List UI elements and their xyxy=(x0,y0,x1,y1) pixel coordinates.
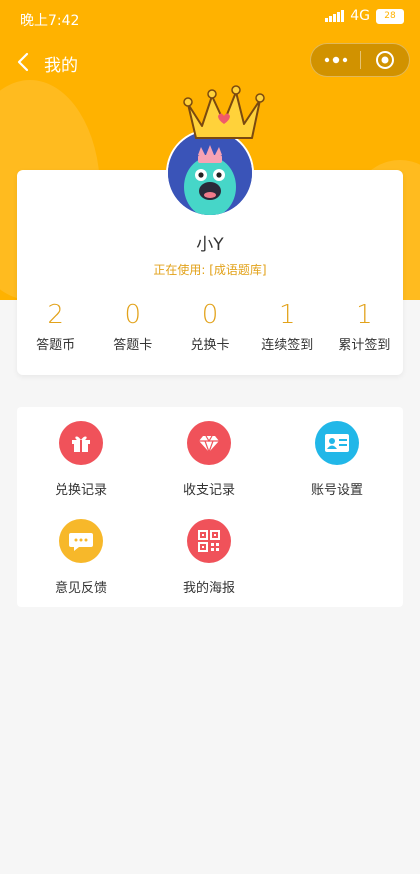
chat-icon xyxy=(59,519,103,563)
crown-icon xyxy=(183,85,265,139)
qr-code-icon xyxy=(187,519,231,563)
menu-label: 意见反馈 xyxy=(54,581,107,596)
more-button[interactable] xyxy=(311,44,360,76)
stat-label: 累计签到 xyxy=(338,338,391,353)
menu-card: 兑换记录 收支记录 账号设置 意见反馈 我的海报 xyxy=(17,407,403,607)
target-close-icon xyxy=(375,51,394,69)
diamond-icon xyxy=(187,421,231,465)
menu-feedback[interactable]: 意见反馈 xyxy=(17,519,145,617)
menu-account-settings[interactable]: 账号设置 xyxy=(273,421,401,519)
stat-label: 答题币 xyxy=(36,338,76,353)
close-button[interactable] xyxy=(361,44,409,76)
stat-value: 1 xyxy=(278,300,296,330)
stat-value: 0 xyxy=(124,300,142,330)
id-card-icon xyxy=(315,421,359,465)
stat-label: 连续签到 xyxy=(261,338,314,353)
status-bar: 晚上7:42 4G 28 xyxy=(0,0,420,36)
username: 小Y xyxy=(196,235,224,255)
stat-exchange-cards[interactable]: 0 兑换卡 xyxy=(171,300,248,360)
stat-value: 0 xyxy=(201,300,219,330)
page-title: 我的 xyxy=(44,56,78,76)
more-dots-icon xyxy=(324,56,347,64)
stats-row: 2 答题币 0 答题卡 0 兑换卡 1 连续签到 1 累计签到 xyxy=(17,300,403,360)
menu-label: 我的海报 xyxy=(182,581,235,596)
menu-income-records[interactable]: 收支记录 xyxy=(145,421,273,519)
avatar-container[interactable] xyxy=(166,82,265,217)
menu-label: 兑换记录 xyxy=(54,483,107,498)
network-type: 4G xyxy=(350,8,370,24)
menu-exchange-records[interactable]: 兑换记录 xyxy=(17,421,145,519)
stat-coins[interactable]: 2 答题币 xyxy=(17,300,94,360)
stat-value: 1 xyxy=(356,300,373,330)
navigation-bar: 我的 xyxy=(0,40,420,84)
stat-label: 兑换卡 xyxy=(190,338,230,353)
mini-program-capsule xyxy=(310,43,410,77)
menu-label: 收支记录 xyxy=(182,483,235,498)
menu-my-poster[interactable]: 我的海报 xyxy=(145,519,273,617)
stat-consecutive-checkin[interactable]: 1 连续签到 xyxy=(249,300,326,360)
current-bank-text[interactable]: 正在使用: [成语题库] xyxy=(17,261,403,278)
signal-icon xyxy=(325,10,345,22)
battery-icon: 28 xyxy=(376,8,404,24)
stat-value: 2 xyxy=(47,300,64,330)
status-time: 晚上7:42 xyxy=(20,13,80,29)
menu-label: 账号设置 xyxy=(310,483,363,498)
gift-icon xyxy=(59,421,103,465)
stat-answer-cards[interactable]: 0 答题卡 xyxy=(94,300,171,360)
back-arrow-icon[interactable] xyxy=(12,50,36,74)
stat-label: 答题卡 xyxy=(113,338,153,353)
stat-total-checkin[interactable]: 1 累计签到 xyxy=(326,300,403,360)
